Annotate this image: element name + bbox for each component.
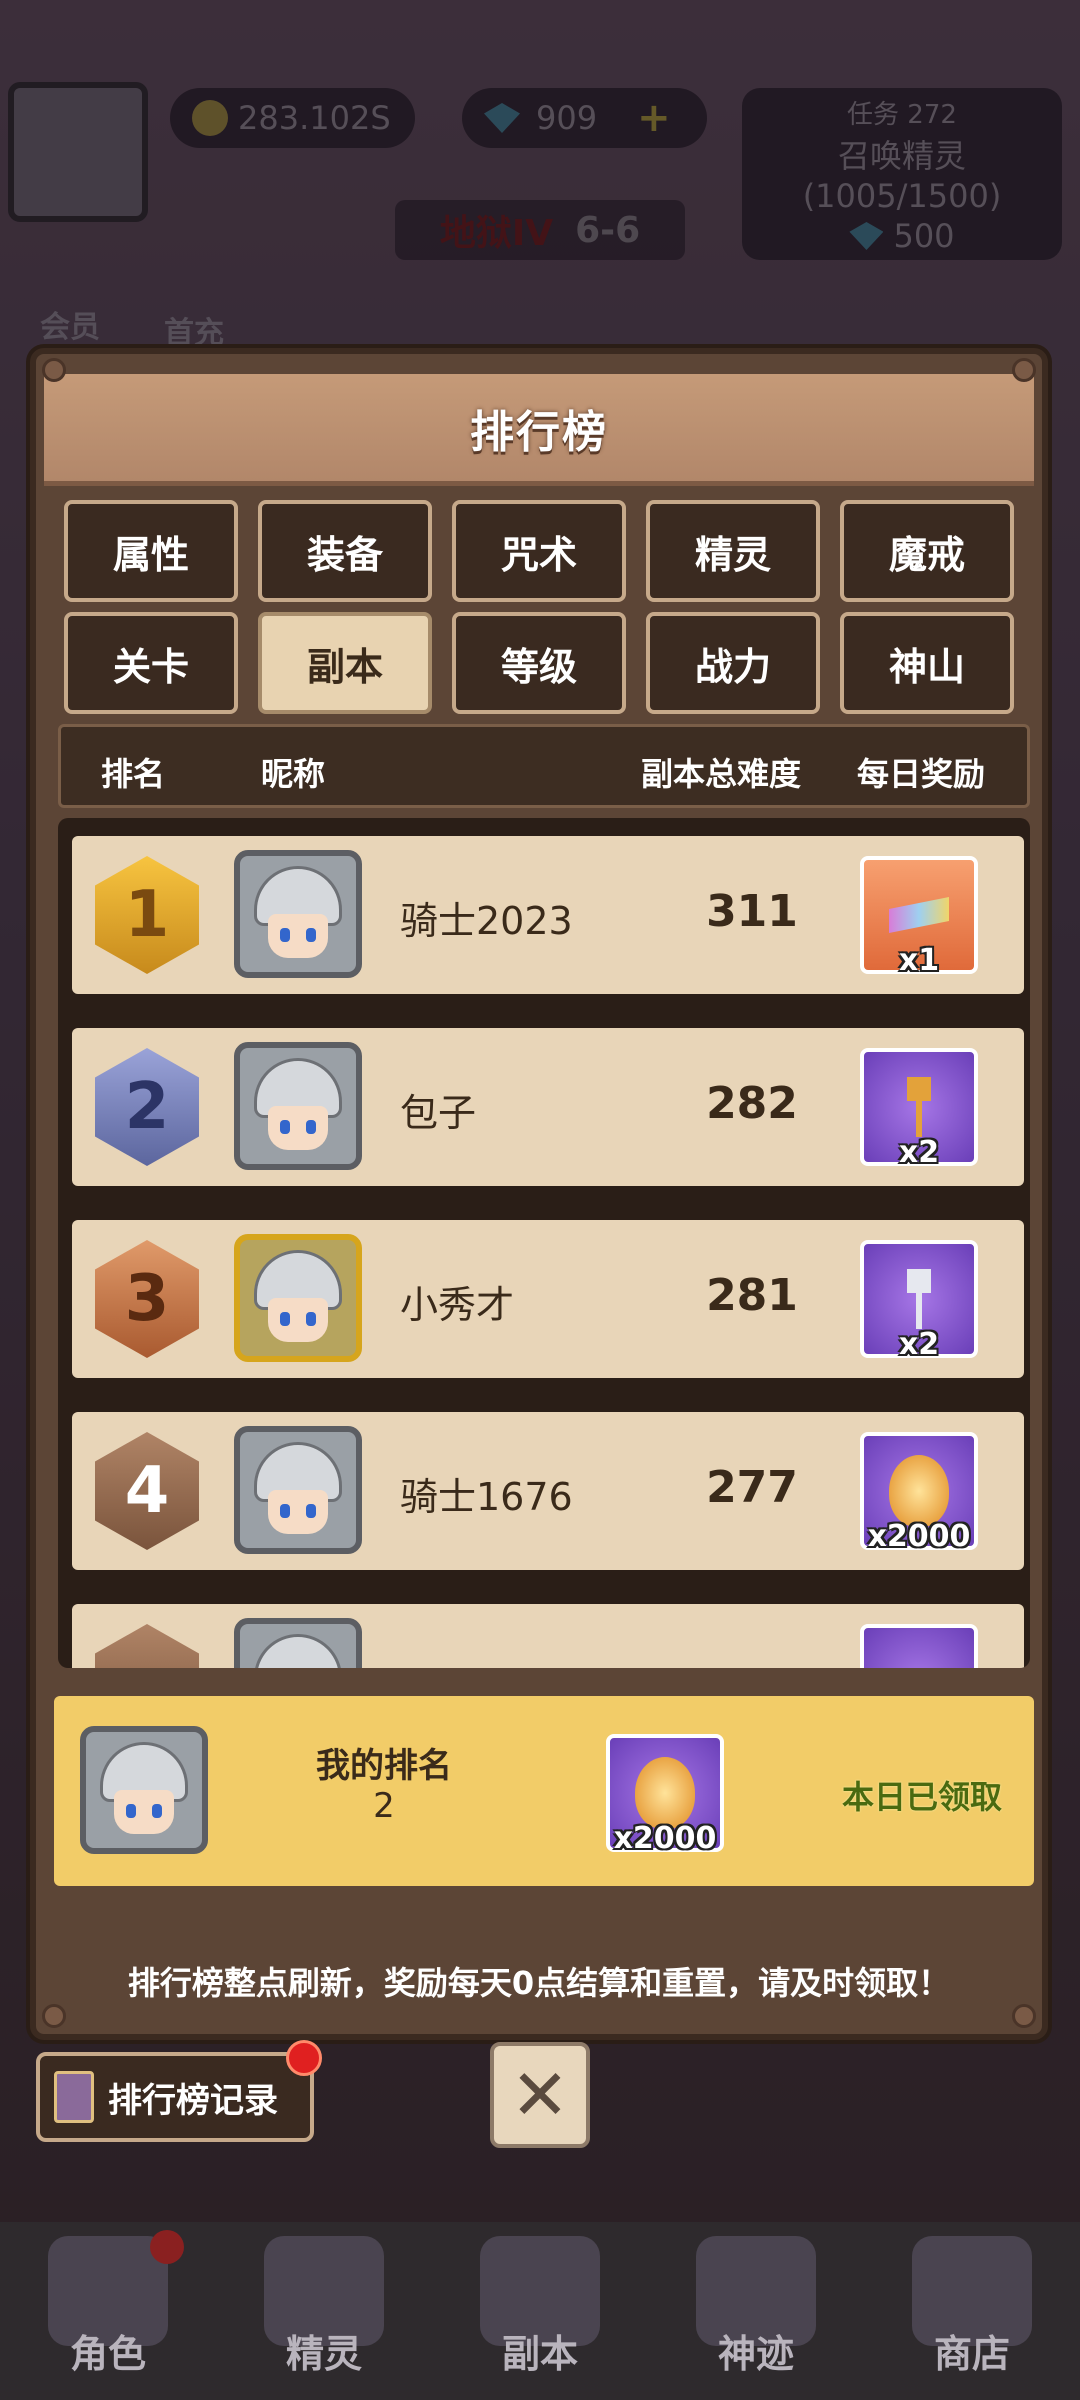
my-rank-label: 我的排名 [316, 1746, 452, 1786]
reward-quantity: x2000 [613, 1821, 717, 1856]
difficulty-score: 282 [706, 1078, 798, 1129]
tab-attributes[interactable]: 属性 [64, 500, 238, 602]
silver-key-icon [907, 1269, 931, 1329]
tab-level[interactable]: 等级 [452, 612, 626, 714]
player-nickname: 小秀才 [400, 1283, 515, 1327]
book-icon [54, 2071, 94, 2123]
nav-miracle[interactable]: 神迹 [648, 2222, 864, 2400]
nav-character[interactable]: 角色 [0, 2222, 216, 2400]
tab-sacred-mountain[interactable]: 神山 [840, 612, 1014, 714]
my-avatar[interactable] [80, 1726, 208, 1854]
tab-spells[interactable]: 咒术 [452, 500, 626, 602]
panel-title: 排行榜 [470, 406, 608, 458]
rank-number: 2 [95, 1048, 199, 1166]
bottom-navigation: 角色 精灵 副本 神迹 商店 [0, 2222, 1080, 2400]
player-nickname: 骑士1676 [400, 1475, 573, 1519]
tab-magic-ring[interactable]: 魔戒 [840, 500, 1014, 602]
difficulty-score: 281 [706, 1270, 798, 1321]
nav-spirit[interactable]: 精灵 [216, 2222, 432, 2400]
panel-header: 排行榜 [44, 374, 1034, 486]
gold-key-icon [907, 1077, 931, 1137]
rank-number: 3 [95, 1240, 199, 1358]
rank-medal-silver: 2 [82, 1042, 212, 1172]
column-reward: 每日奖励 [857, 755, 986, 793]
my-reward-slot[interactable]: x2000 [606, 1734, 724, 1856]
rank-badge: 4 [82, 1426, 212, 1556]
reward-quantity: x2 [898, 1327, 940, 1362]
nav-label: 角色 [69, 2332, 146, 2376]
player-nickname: 包子 [400, 1091, 477, 1135]
rank-number [95, 1624, 199, 1668]
egg-icon [635, 1757, 695, 1829]
tab-power[interactable]: 战力 [646, 612, 820, 714]
column-rank: 排名 [101, 755, 166, 793]
rivet-icon [1012, 2004, 1036, 2028]
my-rank-bar: 我的排名 2 x2000 本日已领取 [54, 1696, 1034, 1886]
table-row[interactable]: 1 骑士2023 311 x1 [72, 836, 1024, 994]
table-row[interactable]: 3 小秀才 281 x2 [72, 1220, 1024, 1378]
claim-status: 本日已领取 [842, 1778, 1003, 1816]
table-row[interactable]: 2 包子 282 x2 [72, 1028, 1024, 1186]
notification-dot-icon [286, 2040, 322, 2076]
column-header: 排名 昵称 副本总难度 每日奖励 [58, 724, 1030, 808]
avatar[interactable] [234, 1426, 362, 1554]
notification-dot-icon [150, 2230, 184, 2264]
category-tabs: 属性 装备 咒术 精灵 魔戒 关卡 副本 等级 战力 神山 [64, 500, 1020, 714]
nav-label: 商店 [933, 2332, 1010, 2376]
tab-stages[interactable]: 关卡 [64, 612, 238, 714]
nav-shop[interactable]: 商店 [864, 2222, 1080, 2400]
my-rank-value: 2 [373, 1786, 395, 1826]
avatar[interactable] [234, 1618, 362, 1668]
difficulty-score: 277 [706, 1462, 798, 1513]
ranking-history-button[interactable]: 排行榜记录 [36, 2040, 322, 2142]
close-icon: ✕ [510, 2054, 570, 2136]
rivet-icon [1012, 358, 1036, 382]
rank-badge [82, 1618, 212, 1668]
ranking-history-label: 排行榜记录 [108, 2080, 278, 2121]
rivet-icon [42, 2004, 66, 2028]
column-difficulty: 副本总难度 [641, 755, 802, 793]
tab-dungeon[interactable]: 副本 [258, 612, 432, 714]
refresh-notice: 排行榜整点刷新，奖励每天0点结算和重置，请及时领取！ [127, 1964, 951, 2002]
reward-quantity: x2000 [867, 1519, 971, 1554]
egg-icon [889, 1455, 949, 1527]
reward-slot[interactable]: x2000 [860, 1432, 978, 1554]
rivet-icon [42, 358, 66, 382]
rank-number: 4 [95, 1432, 199, 1550]
reward-slot[interactable]: x2 [860, 1048, 978, 1170]
avatar[interactable] [234, 1042, 362, 1170]
leaderboard-panel: 排行榜 属性 装备 咒术 精灵 魔戒 关卡 副本 等级 战力 神山 排名 昵称 … [30, 348, 1048, 2040]
rank-medal-gold: 1 [82, 850, 212, 980]
table-row[interactable] [72, 1604, 1024, 1668]
reward-slot[interactable]: x1 [860, 856, 978, 978]
reward-slot[interactable]: x2 [860, 1240, 978, 1362]
nav-dungeon[interactable]: 副本 [432, 2222, 648, 2400]
reward-quantity: x2 [898, 1135, 940, 1170]
difficulty-score: 311 [706, 886, 798, 937]
avatar[interactable] [234, 850, 362, 978]
reward-quantity: x1 [898, 943, 940, 978]
nav-label: 副本 [501, 2332, 578, 2376]
close-button[interactable]: ✕ [490, 2042, 590, 2148]
rank-medal-bronze: 3 [82, 1234, 212, 1364]
ranking-list[interactable]: 1 骑士2023 311 x1 2 包子 282 x2 3 小秀才 281 x2… [58, 818, 1030, 1668]
tab-equipment[interactable]: 装备 [258, 500, 432, 602]
tab-spirits[interactable]: 精灵 [646, 500, 820, 602]
rank-number: 1 [95, 856, 199, 974]
reward-slot[interactable] [860, 1624, 978, 1668]
nav-label: 神迹 [717, 2332, 794, 2376]
nav-label: 精灵 [285, 2332, 362, 2376]
player-nickname: 骑士2023 [400, 899, 573, 943]
multi-key-icon [889, 897, 949, 933]
column-nickname: 昵称 [261, 755, 326, 793]
avatar[interactable] [234, 1234, 362, 1362]
table-row[interactable]: 4 骑士1676 277 x2000 [72, 1412, 1024, 1570]
